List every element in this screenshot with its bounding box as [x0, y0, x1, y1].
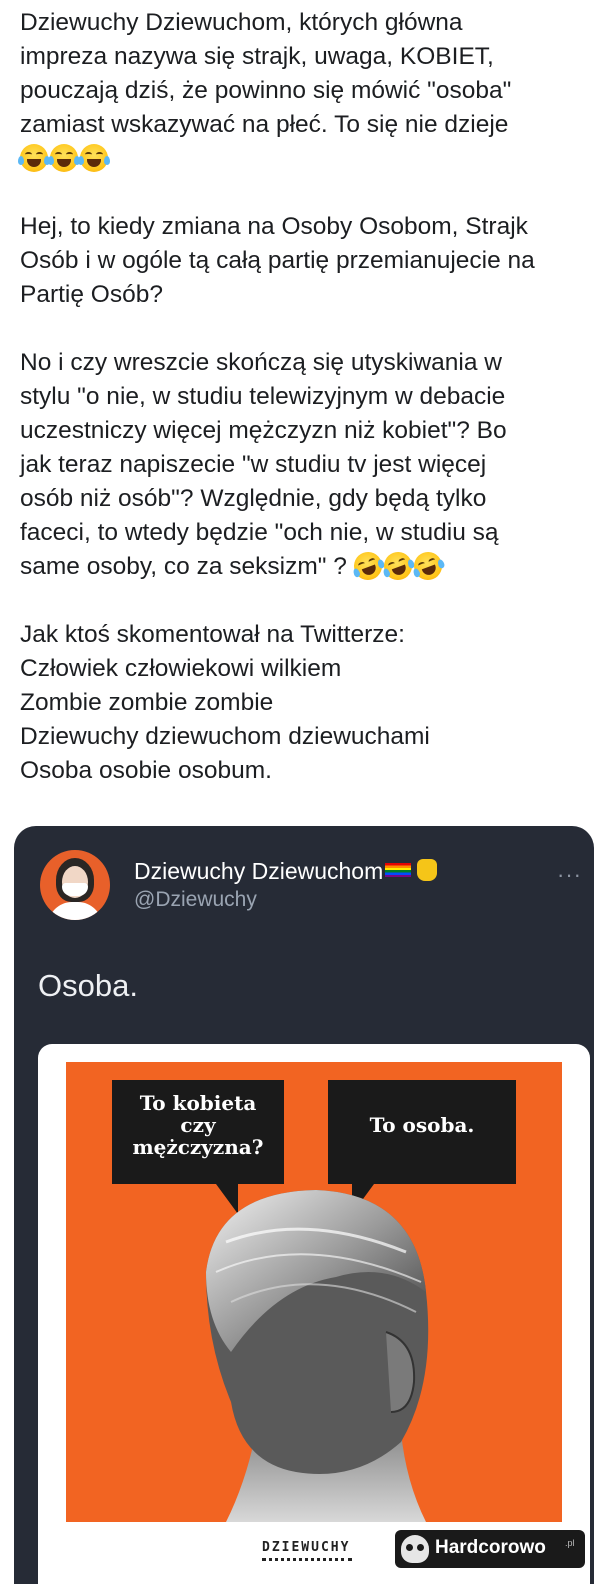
text-line: faceci, to wtedy będzie "och nie, w stud… [20, 519, 499, 546]
tears-of-joy-emoji-group [18, 144, 110, 172]
text-line-with-emoji: same osoby, co za seksizm" ? [20, 548, 590, 584]
rofl-icon [409, 548, 446, 584]
paragraph-4: Jak ktoś skomentował na Twitterze: Człow… [20, 618, 590, 788]
tweet-author-name[interactable]: Dziewuchy Dziewuchom [134, 858, 438, 885]
bubble-left-line: czy [180, 1113, 216, 1137]
text-line: Partię Osób? [20, 281, 163, 308]
bubble-right-text: To osoba. [369, 1113, 475, 1137]
speech-bubble-right: To osoba. [328, 1080, 516, 1184]
text-line: Osób i w ogóle tą całą partię przemianuj… [20, 247, 535, 274]
tweet-image-card[interactable]: To kobieta czy mężczyzna? To osoba. DZIE… [38, 1044, 590, 1584]
raised-fist-icon [417, 859, 438, 881]
poster-image: To kobieta czy mężczyzna? To osoba. [66, 1062, 562, 1522]
text-line: Dziewuchy dziewuchom dziewuchami [20, 723, 430, 750]
rofl-emoji-group [349, 548, 446, 584]
head-back-illustration [206, 1190, 429, 1522]
text-line: Zombie zombie zombie [20, 689, 274, 716]
rofl-icon [379, 548, 416, 584]
skull-icon [401, 1535, 429, 1563]
text-line: stylu "o nie, w studiu telewizyjnym w de… [20, 383, 506, 410]
text-line: jak teraz napiszecie "w studiu tv jest w… [20, 451, 487, 478]
poster-brand: DZIEWUCHY [262, 1540, 351, 1555]
text-line: Człowiek człowiekowi wilkiem [20, 655, 342, 682]
paragraph-3: No i czy wreszcie skończą się utyskiwani… [20, 346, 590, 584]
text-line: Hej, to kiedy zmiana na Osoby Osobom, St… [20, 213, 528, 240]
text-line: No i czy wreszcie skończą się utyskiwani… [20, 349, 502, 376]
paragraph-2: Hej, to kiedy zmiana na Osoby Osobom, St… [20, 210, 590, 312]
watermark-text: Hardcorowo [435, 1537, 546, 1558]
tears-of-joy-icon [78, 144, 110, 172]
post-text: Dziewuchy Dziewuchom, których główna imp… [18, 6, 590, 788]
tweet-handle[interactable]: @Dziewuchy [134, 888, 257, 912]
text-line: Jak ktoś skomentował na Twitterze: [20, 621, 405, 648]
bubble-left-line: To kobieta [139, 1091, 257, 1115]
brand-underline [262, 1558, 352, 1564]
bubble-left-line: mężczyzna? [132, 1135, 264, 1159]
watermark-tld: .pl [565, 1538, 575, 1548]
text-line: osób niż osób"? Względnie, gdy będą tylk… [20, 485, 487, 512]
text-line: zamiast wskazywać na płeć. To się nie dz… [20, 111, 509, 138]
embedded-tweet[interactable]: Dziewuchy Dziewuchom @Dziewuchy ··· Osob… [14, 826, 594, 1584]
text-line: same osoby, co za seksizm" ? [20, 553, 347, 580]
text-line: Dziewuchy Dziewuchom, których główna [20, 9, 463, 36]
more-options-icon[interactable]: ··· [557, 862, 582, 888]
speech-bubble-left: To kobieta czy mężczyzna? [112, 1080, 284, 1184]
avatar[interactable] [40, 850, 110, 920]
rainbow-flag-icon [385, 863, 412, 877]
site-watermark: Hardcorowo .pl [395, 1530, 585, 1568]
text-line: uczestniczy więcej mężczyzn niż kobiet"?… [20, 417, 507, 444]
text-line: impreza nazywa się strajk, uwaga, KOBIET… [20, 43, 494, 70]
text-line: pouczają dziś, że powinno się mówić "oso… [20, 77, 512, 104]
tears-of-joy-icon [48, 144, 80, 172]
tweet-text: Osoba. [38, 968, 138, 1003]
tears-of-joy-icon [18, 144, 50, 172]
emoji-line [18, 142, 590, 176]
author-name-text: Dziewuchy Dziewuchom [134, 858, 384, 884]
paragraph-1: Dziewuchy Dziewuchom, których główna imp… [18, 6, 590, 176]
text-line: Osoba osobie osobum. [20, 757, 272, 784]
rofl-icon [349, 548, 386, 584]
